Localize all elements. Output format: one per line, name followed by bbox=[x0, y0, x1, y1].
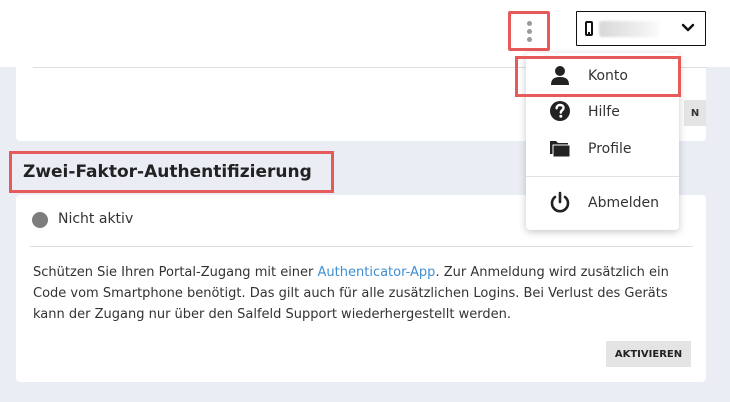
activate-button[interactable]: AKTIVIEREN bbox=[606, 341, 691, 367]
menu-item-label: Hilfe bbox=[588, 104, 620, 120]
menu-item-label: Abmelden bbox=[588, 195, 659, 211]
authenticator-app-link[interactable]: Authenticator-App bbox=[318, 265, 436, 280]
two-factor-status: Nicht aktiv bbox=[58, 211, 134, 227]
folder-icon bbox=[550, 141, 571, 158]
description-text: Schützen Sie Ihren Portal-Zugang mit ein… bbox=[33, 265, 318, 280]
dot bbox=[526, 36, 532, 42]
dot bbox=[526, 28, 532, 34]
menu-item-label: Konto bbox=[588, 68, 628, 84]
menu-item-abmelden[interactable]: Abmelden bbox=[526, 185, 679, 221]
device-name-redacted bbox=[599, 21, 659, 37]
menu-item-konto[interactable]: Konto bbox=[526, 58, 679, 94]
user-icon bbox=[551, 66, 569, 85]
two-factor-description: Schützen Sie Ihren Portal-Zugang mit ein… bbox=[33, 262, 698, 325]
device-select[interactable] bbox=[576, 11, 706, 46]
menu-item-hilfe[interactable]: Hilfe bbox=[526, 94, 679, 130]
user-dropdown-menu: Konto Hilfe Profile Abmelden bbox=[526, 53, 679, 230]
help-icon bbox=[550, 101, 570, 121]
chevron-down-icon bbox=[681, 23, 695, 32]
more-options-button[interactable] bbox=[508, 11, 550, 51]
menu-item-label: Profile bbox=[588, 141, 632, 157]
card-action-button[interactable]: N bbox=[684, 100, 706, 126]
vertical-dots-icon bbox=[526, 20, 532, 26]
smartphone-icon bbox=[585, 21, 593, 36]
two-factor-heading: Zwei-Faktor-Authentifizierung bbox=[9, 151, 334, 193]
menu-divider bbox=[526, 176, 679, 177]
divider bbox=[30, 246, 693, 247]
menu-item-profile[interactable]: Profile bbox=[526, 131, 679, 167]
status-indicator-icon bbox=[32, 212, 48, 228]
power-icon bbox=[550, 191, 570, 213]
